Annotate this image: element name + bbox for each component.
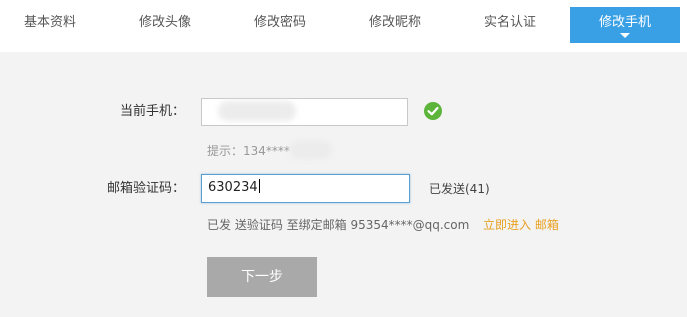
sent-notice: 已发 送验证码 至绑定邮箱 95354****@qq.com — [207, 218, 470, 232]
sent-countdown: 已发送(41) — [429, 182, 490, 196]
text-cursor — [258, 179, 260, 193]
email-code-label: 邮箱验证码： — [106, 181, 185, 196]
current-phone-label: 当前手机： — [119, 104, 185, 119]
tab-realname-auth[interactable]: 实名认证 — [460, 7, 560, 43]
caret-down-icon — [620, 33, 630, 38]
email-code-value: 630234 — [208, 180, 258, 195]
check-icon — [424, 102, 442, 120]
tab-change-avatar[interactable]: 修改头像 — [115, 7, 215, 43]
tab-bar: 基本资料 修改头像 修改密码 修改昵称 实名认证 修改手机 — [0, 0, 687, 52]
email-code-input[interactable]: 630234 — [201, 174, 410, 203]
phone-hint: 提示：134**** — [207, 144, 290, 158]
enter-email-link[interactable]: 立即进入 邮箱 — [483, 216, 559, 233]
next-step-button[interactable]: 下一步 — [207, 257, 317, 297]
hint-redaction-mask — [290, 141, 332, 159]
tab-basic-info[interactable]: 基本资料 — [0, 7, 100, 43]
tab-change-phone-label: 修改手机 — [598, 15, 651, 30]
tab-change-nickname[interactable]: 修改昵称 — [345, 7, 445, 43]
tab-change-password[interactable]: 修改密码 — [230, 7, 330, 43]
redaction-mask — [218, 101, 296, 121]
tab-change-phone[interactable]: 修改手机 — [570, 7, 680, 43]
